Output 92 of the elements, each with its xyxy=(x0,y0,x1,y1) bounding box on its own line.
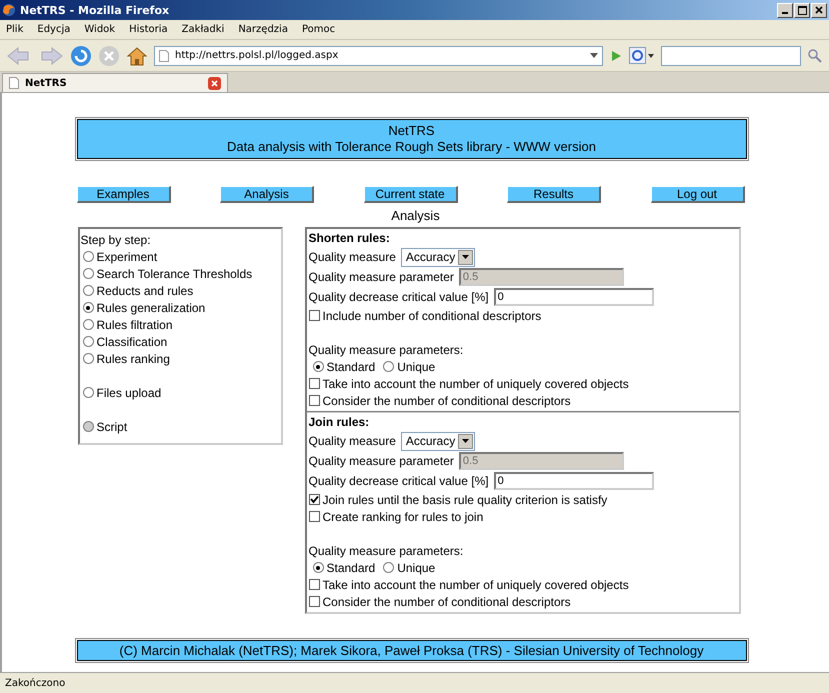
measure-select[interactable]: Accuracy xyxy=(400,248,476,266)
measure-select[interactable]: Accuracy xyxy=(400,432,476,450)
radio-label: Rules generalization xyxy=(96,300,206,314)
search-icon[interactable] xyxy=(807,48,823,64)
page-icon xyxy=(9,77,19,89)
menu-item[interactable]: Plik xyxy=(6,24,24,35)
minimize-button[interactable] xyxy=(777,2,793,18)
site-title: NetTRS xyxy=(387,123,436,139)
checkbox[interactable] xyxy=(308,310,320,321)
checkbox[interactable] xyxy=(308,378,320,389)
checkbox-label: Include number of conditional descriptors xyxy=(322,308,542,322)
close-button[interactable] xyxy=(811,2,827,18)
radio-button[interactable] xyxy=(82,336,94,347)
radio-button[interactable] xyxy=(312,562,324,573)
checkbox-label: Consider the number of conditional descriptors xyxy=(322,394,571,408)
nav-button[interactable]: Examples xyxy=(76,186,170,203)
radio-button[interactable] xyxy=(82,302,94,313)
checkbox-label: Consider the number of conditional descriptors xyxy=(322,594,571,608)
checkbox-label: Join rules until the basis rule quality criterion is satisfy xyxy=(322,492,608,506)
field-label: Quality measure xyxy=(308,250,396,264)
search-engine-icon[interactable] xyxy=(629,46,655,64)
maximize-icon xyxy=(798,6,806,14)
critical-value-field[interactable]: 0 xyxy=(494,472,654,490)
checkbox-label: Take into account the number of uniquely covered objects xyxy=(322,578,629,592)
field-label: Quality decrease critical value [%] xyxy=(308,290,489,304)
radio-button[interactable] xyxy=(312,361,324,372)
nav-button[interactable]: Current state xyxy=(364,186,458,203)
section-title: Join rules: xyxy=(308,415,370,431)
page-icon xyxy=(159,50,169,62)
steps-title: Step by step: xyxy=(80,232,152,248)
radio-label: Standard xyxy=(326,360,376,374)
window-title: NetTRS - Mozilla Firefox xyxy=(20,4,170,16)
radio-label: Reducts and rules xyxy=(96,284,194,298)
section-title: Shorten rules: xyxy=(308,231,391,247)
checkbox[interactable] xyxy=(308,494,320,505)
browser-tab[interactable]: NetTRS xyxy=(2,73,228,92)
radio-button[interactable] xyxy=(82,285,94,296)
menu-item[interactable]: Pomoc xyxy=(302,24,336,35)
section-heading: Analysis xyxy=(391,208,440,223)
dropdown-arrow-icon[interactable] xyxy=(590,52,598,58)
checkbox[interactable] xyxy=(308,579,320,590)
radio-button[interactable] xyxy=(383,562,394,573)
menu-item[interactable]: Narzędzia xyxy=(238,24,288,35)
caret-icon xyxy=(462,255,470,259)
parameters-label: Quality measure parameters: xyxy=(308,542,464,559)
radio-button[interactable] xyxy=(82,387,94,398)
browser-logo-icon xyxy=(2,3,16,17)
close-icon xyxy=(815,6,823,14)
nav-button[interactable]: Results xyxy=(507,186,601,203)
field-label: Quality measure parameter xyxy=(308,454,454,468)
menu-item[interactable]: Edycja xyxy=(37,24,70,35)
field-label: Quality measure parameter xyxy=(308,270,454,284)
radio-label: Classification xyxy=(96,334,168,348)
field-label: Quality measure xyxy=(308,434,396,448)
site-subtitle: Data analysis with Tolerance Rough Sets library - WWW version xyxy=(226,139,597,155)
radio-label: Unique xyxy=(397,360,436,374)
nav-button[interactable]: Analysis xyxy=(220,186,314,203)
radio-label: Experiment xyxy=(96,250,158,264)
page-footer: (C) Marcin Michalak (NetTRS); Marek Sikora, Paweł Proksa (TRS) - Silesian University of Technology xyxy=(76,640,746,661)
menu-item[interactable]: Zakładki xyxy=(182,24,224,35)
maximize-button[interactable] xyxy=(794,2,810,18)
reload-icon[interactable] xyxy=(70,44,92,66)
radio-button[interactable] xyxy=(82,353,94,364)
status-text: Zakończono xyxy=(0,672,829,693)
address-field[interactable]: http://nettrs.polsl.pl/logged.aspx xyxy=(154,46,603,66)
parameters-label: Quality measure parameters: xyxy=(308,342,464,358)
checkbox[interactable] xyxy=(308,596,320,607)
go-icon[interactable] xyxy=(609,48,623,62)
search-field[interactable] xyxy=(661,46,801,66)
radio-label: Search Tolerance Thresholds xyxy=(96,266,252,280)
critical-value-field[interactable]: 0 xyxy=(494,288,654,306)
radio-button[interactable] xyxy=(82,319,94,330)
radio-label: Standard xyxy=(326,560,376,574)
radio-button[interactable] xyxy=(383,361,394,372)
radio-button[interactable] xyxy=(82,251,94,262)
field-label: Quality decrease critical value [%] xyxy=(308,474,489,488)
checkbox[interactable] xyxy=(308,511,320,522)
checkbox[interactable] xyxy=(308,395,320,406)
nav-button[interactable]: Log out xyxy=(650,186,744,203)
menu-item[interactable]: Historia xyxy=(129,24,168,35)
radio-label: Unique xyxy=(397,560,436,574)
menu-item[interactable]: Widok xyxy=(84,24,116,35)
radio-label: Script xyxy=(96,420,128,434)
home-icon[interactable] xyxy=(126,44,148,66)
checkbox-label: Create ranking for rules to join xyxy=(322,510,484,524)
checkbox-label: Take into account the number of uniquely covered objects xyxy=(322,376,629,390)
close-tab-icon[interactable] xyxy=(208,76,221,90)
radio-label: Rules ranking xyxy=(96,352,170,366)
radio-label: Rules filtration xyxy=(96,318,173,332)
radio-button[interactable] xyxy=(82,268,94,279)
radio-label: Files upload xyxy=(96,386,162,400)
caret-icon xyxy=(462,439,470,443)
